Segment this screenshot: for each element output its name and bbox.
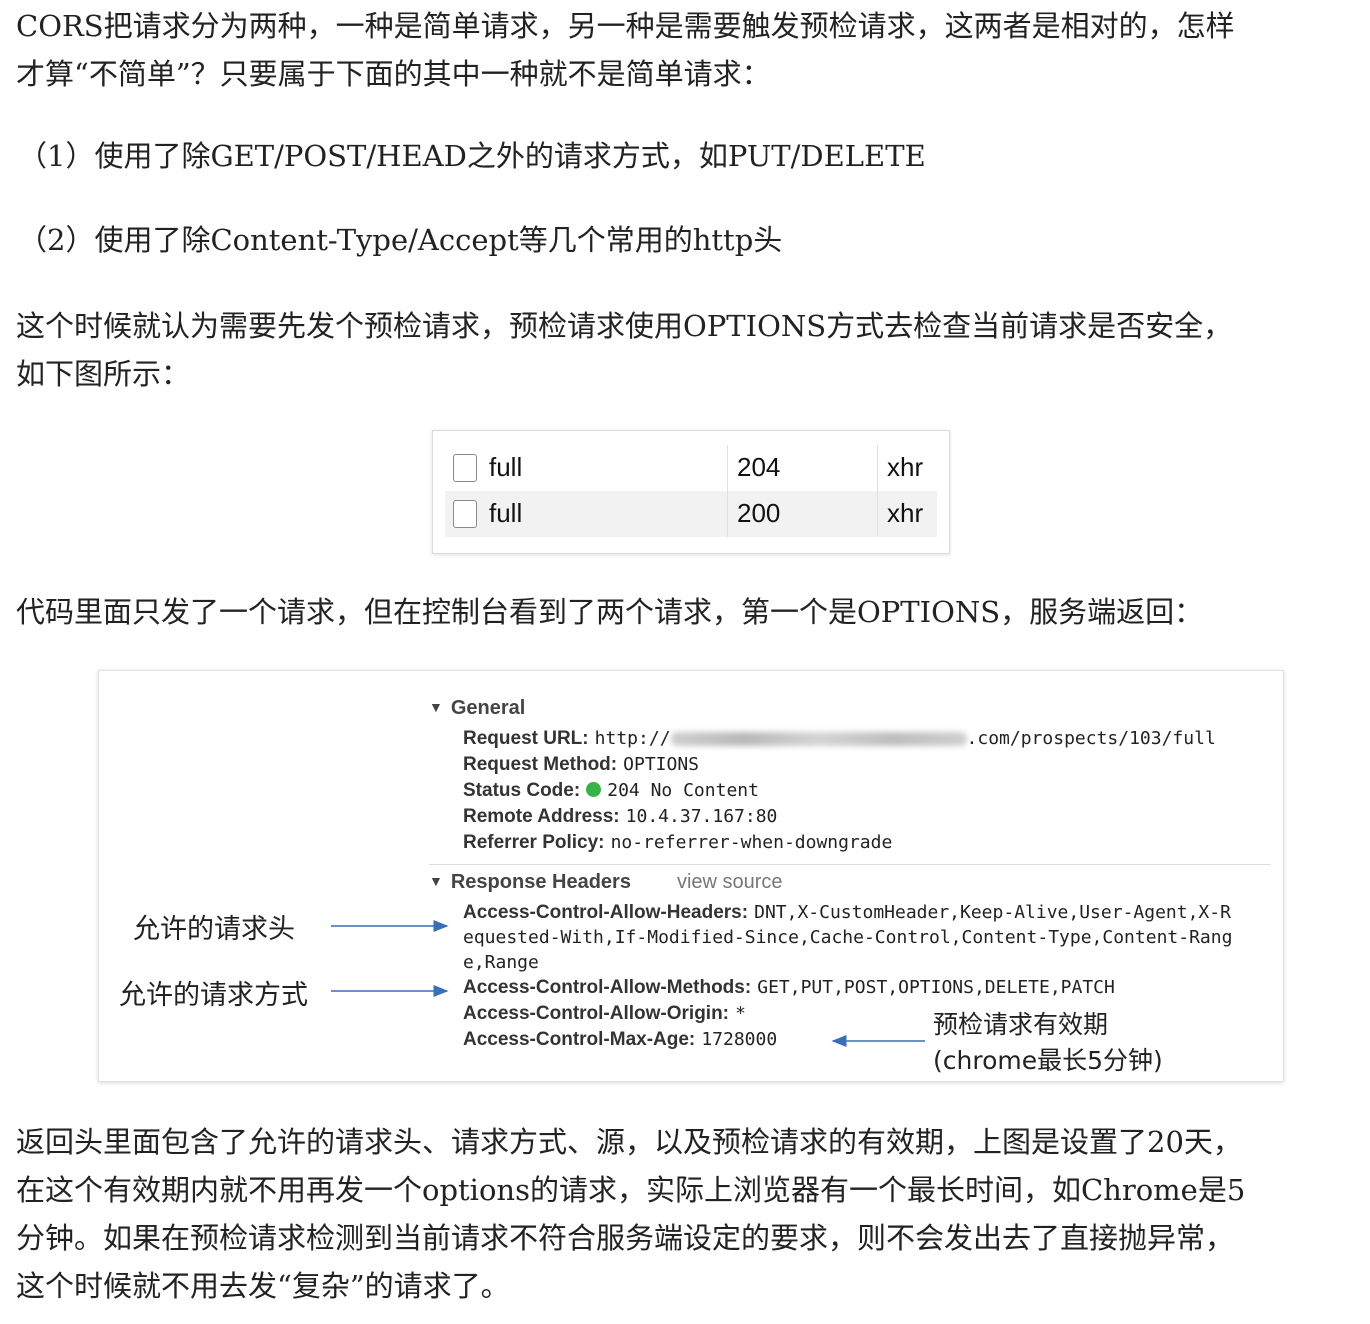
paragraph-intro-line1: CORS把请求分为两种，一种是简单请求，另一种是需要触发预检请求，这两者是相对的… [16, 9, 1235, 43]
paragraph-two-requests: 代码里面只发了一个请求，但在控制台看到了两个请求，第一个是OPTIONS，服务端… [16, 595, 1204, 629]
request-name: full [489, 498, 523, 528]
table-row: full 204 xhr [445, 445, 937, 491]
paragraph-summary-line4: 这个时候就不用去发“复杂”的请求了。 [16, 1269, 510, 1303]
request-status: 204 [737, 452, 781, 482]
paragraph-preflight-line1: 这个时候就认为需要先发个预检请求，预检请求使用OPTIONS方式去检查当前请求是… [16, 309, 1233, 343]
table-row: full 200 xhr [445, 491, 937, 537]
paragraph-summary-line3: 分钟。如果在预检请求检测到当前请求不符合服务端设定的要求，则不会发出去了直接抛异… [16, 1221, 1235, 1255]
request-type: xhr [887, 498, 924, 528]
request-status: 200 [737, 498, 781, 528]
request-type: xhr [887, 452, 924, 482]
paragraph-summary-line1: 返回头里面包含了允许的请求头、请求方式、源，以及预检请求的有效期，上图是设置了2… [16, 1125, 1242, 1159]
list-item-1: （1）使用了除GET/POST/HEAD之外的请求方式，如PUT/DELETE [18, 139, 926, 173]
column-divider [727, 445, 728, 537]
list-item-2: （2）使用了除Content-Type/Accept等几个常用的http头 [18, 223, 783, 257]
network-table-screenshot: full 204 xhr full 200 xhr [432, 430, 950, 554]
paragraph-intro-line2: 才算“不简单”？只要属于下面的其中一种就不是简单请求： [16, 57, 771, 91]
response-headers-screenshot: ▼ General Request URL: http://.com/prospe… [98, 670, 1284, 1082]
column-divider [877, 445, 878, 537]
checkbox-icon [453, 500, 477, 528]
paragraph-summary-line2: 在这个有效期内就不用再发一个options的请求，实际上浏览器有一个最长时间，如… [16, 1173, 1246, 1207]
request-name: full [489, 452, 523, 482]
checkbox-icon [453, 454, 477, 482]
annotation-arrows [331, 920, 925, 1047]
paragraph-preflight-line2: 如下图所示： [16, 357, 191, 391]
